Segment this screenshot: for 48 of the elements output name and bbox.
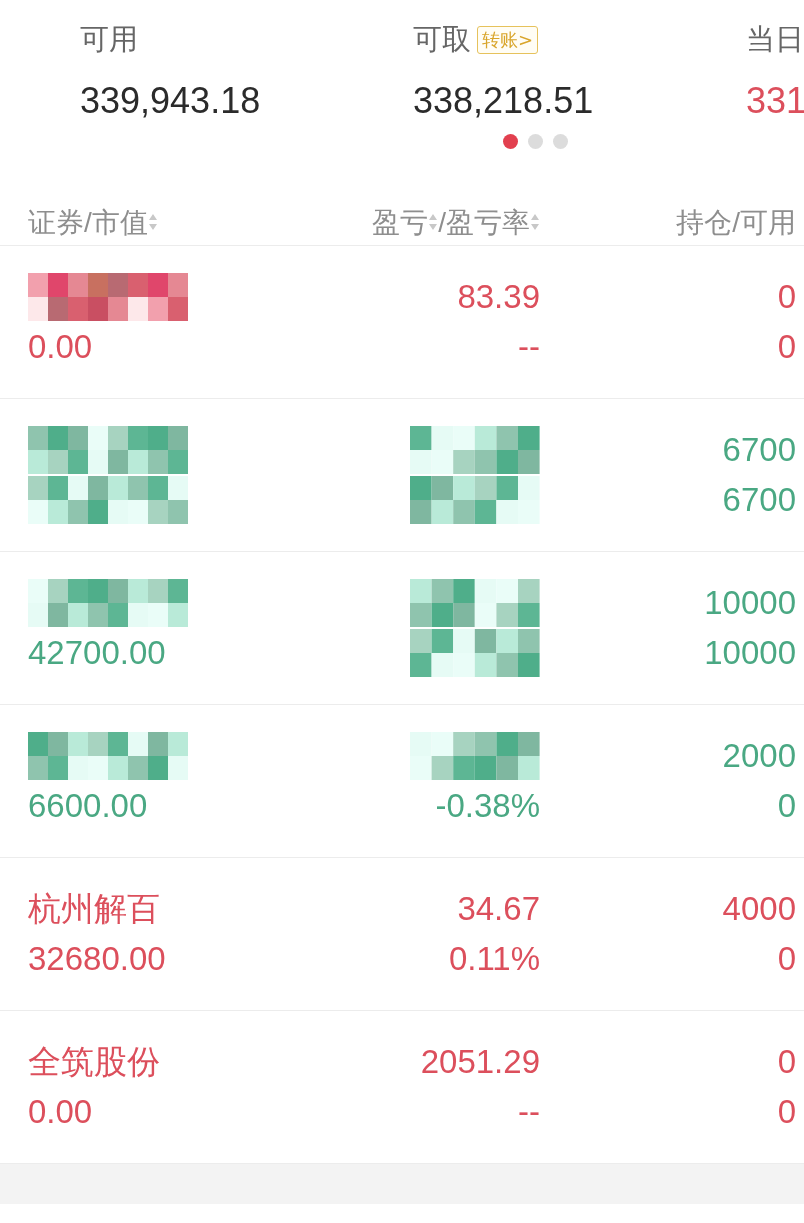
column-header[interactable]: /盈亏率 xyxy=(438,204,530,242)
available-quantity: 10000 xyxy=(704,633,796,673)
market-value: 0.00 xyxy=(28,1092,94,1132)
profit-loss-rate: 0.11% xyxy=(448,939,540,979)
page-dot[interactable] xyxy=(528,134,543,149)
sort-icon[interactable] xyxy=(530,212,540,232)
stock-name: 全筑股份 xyxy=(28,1042,161,1082)
column-header[interactable]: 盈亏 xyxy=(372,204,429,242)
holding-quantity: 2000 xyxy=(722,736,796,776)
holding-quantity: 10000 xyxy=(704,583,796,623)
summary-label: 可用 xyxy=(80,22,138,57)
market-value: 6600.00 xyxy=(28,786,149,826)
profit-loss: 2051.29 xyxy=(420,1042,540,1082)
profit-loss: 34.67 xyxy=(457,889,540,929)
holding-row[interactable]: 杭州解百 32680.00 34.67 0.11% 4000 0 xyxy=(0,858,804,1011)
holding-quantity: 6700 xyxy=(722,430,796,470)
holding-quantity: 4000 xyxy=(722,889,796,929)
profit-loss-rate: -- xyxy=(518,327,540,367)
summary-label: 当日 xyxy=(746,22,804,57)
available-quantity: 0 xyxy=(777,327,796,367)
holding-row[interactable]: 42700.00 10000 10000 xyxy=(0,552,804,705)
column-header[interactable]: 持仓/可用 xyxy=(676,204,796,242)
summary-value: 338,218.51 xyxy=(413,80,594,122)
summary-value: 331 xyxy=(746,80,804,122)
holding-quantity: 0 xyxy=(777,1042,796,1082)
market-value: 42700.00 xyxy=(28,633,167,673)
holding-row[interactable]: 0.00 83.39 -- 0 0 xyxy=(0,246,804,399)
available-quantity: 0 xyxy=(777,939,796,979)
holding-quantity: 0 xyxy=(777,277,796,317)
available-quantity: 0 xyxy=(777,1092,796,1132)
page-dot[interactable] xyxy=(553,134,568,149)
stock-name: 杭州解百 xyxy=(28,889,161,929)
sort-icon[interactable] xyxy=(147,212,158,232)
available-quantity: 6700 xyxy=(722,480,796,520)
profit-loss-rate: -- xyxy=(518,1092,540,1132)
page-dot[interactable] xyxy=(503,134,518,149)
summary-value: 339,943.18 xyxy=(80,80,261,122)
market-value: 0.00 xyxy=(28,327,94,367)
available-quantity: 0 xyxy=(777,786,796,826)
profit-loss: 83.39 xyxy=(457,277,540,317)
market-value: 32680.00 xyxy=(28,939,167,979)
sort-icon[interactable] xyxy=(428,212,439,232)
transfer-button[interactable]: 转账> xyxy=(477,26,539,54)
summary-label: 可取 xyxy=(413,22,471,57)
profit-loss-rate: -0.38% xyxy=(435,786,540,826)
column-header[interactable]: 证券/市值 xyxy=(28,204,148,242)
holding-row[interactable]: 6700 6700 xyxy=(0,399,804,552)
holding-row[interactable]: 6600.00 -0.38% 2000 0 xyxy=(0,705,804,858)
